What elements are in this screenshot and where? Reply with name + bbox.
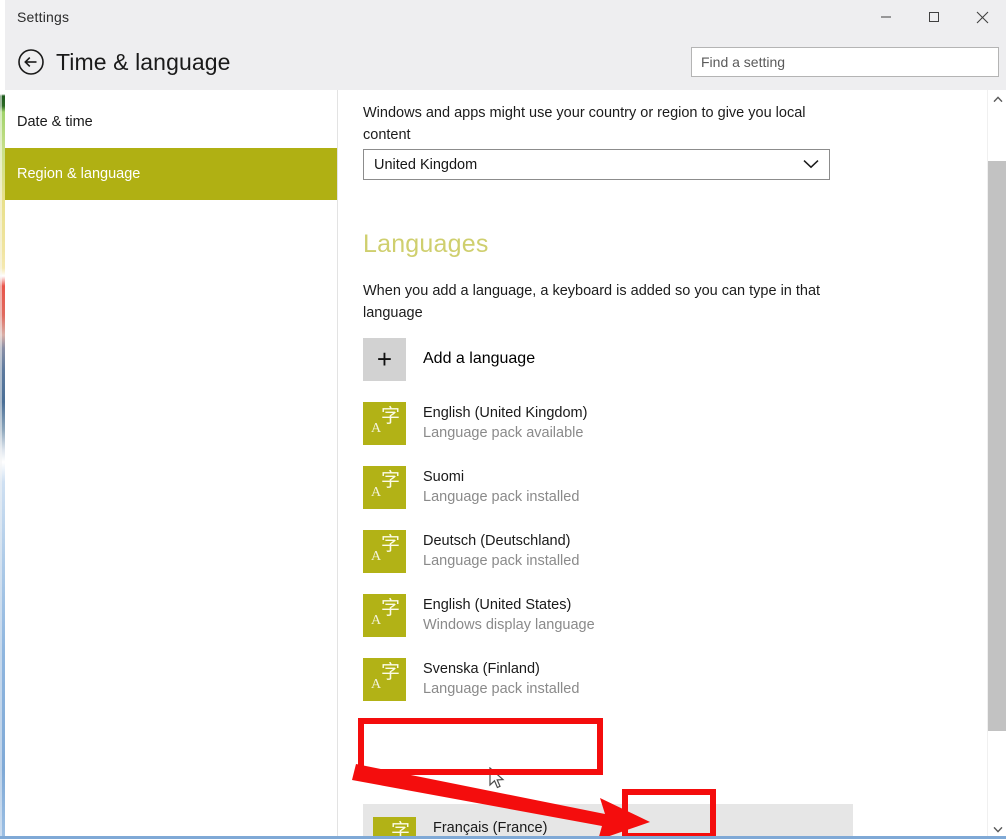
page-header: Time & language: [5, 34, 1006, 90]
language-name: English (United Kingdom): [423, 405, 588, 421]
selected-language-panel: A 字 Français (France) Language pack avai…: [363, 804, 853, 839]
title-bar: Settings: [5, 0, 1006, 34]
vertical-scrollbar[interactable]: [987, 90, 1006, 839]
window-title: Settings: [17, 9, 70, 25]
scroll-up-button[interactable]: [988, 90, 1006, 109]
language-status: Windows display language: [423, 617, 595, 633]
plus-icon: +: [363, 337, 406, 381]
sidebar-item-region-language[interactable]: Region & language: [5, 148, 337, 200]
list-item[interactable]: A 字 Svenska (Finland) Language pack inst…: [363, 655, 853, 703]
language-icon-cjk-glyph: 字: [380, 468, 400, 491]
scrollbar-track[interactable]: [988, 109, 1006, 820]
language-icon: A 字: [363, 401, 406, 445]
region-description: Windows and apps might use your country …: [363, 105, 806, 143]
list-item[interactable]: A 字 English (United States) Windows disp…: [363, 591, 853, 639]
settings-sidebar: Date & time Region & language: [5, 90, 338, 839]
language-icon-letter-a: A: [371, 484, 382, 500]
chevron-down-icon: [803, 157, 819, 173]
list-item[interactable]: A 字 English (United Kingdom) Language pa…: [363, 399, 853, 447]
language-status: Language pack installed: [423, 553, 580, 569]
language-icon-cjk-glyph: 字: [380, 532, 400, 555]
add-language-label: Add a language: [423, 350, 536, 367]
language-icon-cjk-glyph: 字: [380, 404, 400, 427]
language-icon-cjk-glyph: 字: [380, 660, 400, 683]
chevron-up-icon: [992, 96, 1003, 103]
close-button[interactable]: [958, 0, 1006, 34]
search-input[interactable]: [692, 48, 998, 76]
language-icon-letter-a: A: [371, 548, 382, 564]
language-icon-letter-a: A: [371, 420, 382, 436]
list-item[interactable]: A 字 Suomi Language pack installed: [363, 463, 853, 511]
main-content: Windows and apps might use your country …: [339, 90, 987, 839]
country-region-dropdown[interactable]: United Kingdom: [363, 149, 830, 180]
window-controls: [862, 0, 1006, 34]
language-icon: A 字: [363, 465, 406, 509]
minimize-button[interactable]: [862, 0, 910, 34]
search-box[interactable]: [691, 47, 999, 77]
language-status: Language pack available: [423, 425, 584, 441]
sidebar-item-label: Region & language: [17, 166, 141, 182]
page-title: Time & language: [56, 48, 231, 75]
sidebar-item-date-time[interactable]: Date & time: [5, 96, 337, 148]
sidebar-item-label: Date & time: [17, 114, 93, 130]
add-language-row[interactable]: + Add a language: [363, 335, 853, 383]
language-name: English (United States): [423, 597, 572, 613]
language-icon-cjk-glyph: 字: [380, 596, 400, 619]
chevron-down-icon: [992, 826, 1003, 833]
language-icon: A 字: [363, 593, 406, 637]
language-name: Français (France): [433, 820, 548, 836]
language-name: Deutsch (Deutschland): [423, 533, 571, 549]
languages-description: When you add a language, a keyboard is a…: [363, 283, 821, 321]
list-item[interactable]: A 字 Deutsch (Deutschland) Language pack …: [363, 527, 853, 575]
language-status: Language pack installed: [423, 489, 580, 505]
back-button[interactable]: [14, 45, 48, 79]
language-icon-letter-a: A: [371, 612, 382, 628]
country-region-value: United Kingdom: [374, 156, 478, 173]
background-window-edge-overlay: [0, 90, 2, 839]
language-list: + Add a language A 字 English (United Kin…: [363, 335, 853, 719]
languages-heading: Languages: [363, 230, 489, 258]
language-icon: A 字: [363, 657, 406, 701]
scrollbar-thumb[interactable]: [988, 161, 1006, 731]
language-icon-letter-a: A: [371, 676, 382, 692]
back-arrow-icon: [18, 49, 44, 75]
language-name: Suomi: [423, 469, 465, 485]
language-status: Language pack installed: [423, 681, 580, 697]
maximize-button[interactable]: [910, 0, 958, 34]
language-name: Svenska (Finland): [423, 661, 540, 677]
settings-window: Settings Time & language Find a setting …: [0, 0, 1006, 839]
language-icon: A 字: [363, 529, 406, 573]
